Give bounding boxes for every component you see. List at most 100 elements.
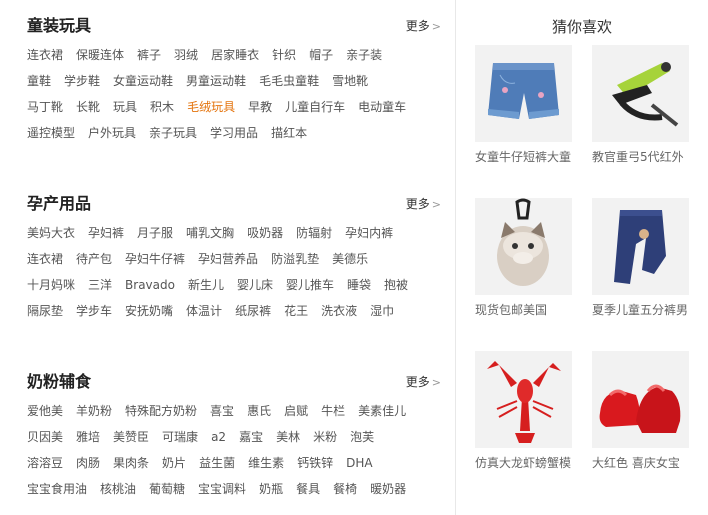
category-tag[interactable]: 溶溶豆 <box>27 455 63 471</box>
more-link[interactable]: 更多 > <box>406 374 441 391</box>
category-tag[interactable]: 隔尿垫 <box>27 303 63 319</box>
category-tag[interactable]: 抱被 <box>384 277 408 293</box>
category-tag[interactable]: 牛栏 <box>321 403 345 419</box>
category-tag[interactable]: 防溢乳垫 <box>271 251 319 267</box>
category-tag[interactable]: 美赞臣 <box>113 429 149 445</box>
category-tag[interactable]: 新生儿 <box>188 277 224 293</box>
category-tag[interactable]: 帽子 <box>309 47 333 63</box>
category-tag[interactable]: 早教 <box>248 99 272 115</box>
product-name[interactable]: 女童牛仔短裤大童 <box>475 149 585 165</box>
product-image[interactable] <box>592 351 689 448</box>
category-tag[interactable]: 玩具 <box>113 99 137 115</box>
product-card[interactable]: 大红色 喜庆女宝 <box>592 351 690 471</box>
category-tag[interactable]: DHA <box>346 455 372 471</box>
product-image[interactable] <box>475 45 572 142</box>
category-tag[interactable]: 暖奶器 <box>370 481 406 497</box>
category-tag[interactable]: 泡芙 <box>350 429 374 445</box>
category-tag[interactable]: 羊奶粉 <box>76 403 112 419</box>
category-tag[interactable]: 月子服 <box>137 225 173 241</box>
category-tag[interactable]: 洗衣液 <box>321 303 357 319</box>
product-card[interactable]: 夏季儿童五分裤男 <box>592 198 690 318</box>
category-tag[interactable]: 宝宝调料 <box>198 481 246 497</box>
category-tag[interactable]: 哺乳文胸 <box>186 225 234 241</box>
product-card[interactable]: 女童牛仔短裤大童 <box>475 45 573 165</box>
category-tag[interactable]: 遥控模型 <box>27 125 75 141</box>
product-card[interactable]: 现货包邮美国 <box>475 198 573 318</box>
category-tag[interactable]: 裤子 <box>137 47 161 63</box>
category-tag[interactable]: 电动童车 <box>358 99 406 115</box>
category-tag[interactable]: 婴儿床 <box>237 277 273 293</box>
category-tag[interactable]: 喜宝 <box>210 403 234 419</box>
category-tag[interactable]: 毛绒玩具 <box>187 99 235 115</box>
category-tag[interactable]: 童鞋 <box>27 73 51 89</box>
category-tag[interactable]: Bravado <box>125 277 175 293</box>
product-name[interactable]: 现货包邮美国 <box>475 302 585 318</box>
category-tag[interactable]: 儿童自行车 <box>285 99 345 115</box>
category-tag[interactable]: 贝因美 <box>27 429 63 445</box>
category-tag[interactable]: 美林 <box>276 429 300 445</box>
category-tag[interactable]: 雅培 <box>76 429 100 445</box>
product-card[interactable]: 教官重弓5代红外 <box>592 45 690 165</box>
category-tag[interactable]: 女童运动鞋 <box>113 73 173 89</box>
category-tag[interactable]: 花王 <box>284 303 308 319</box>
category-tag[interactable]: 奶片 <box>162 455 186 471</box>
category-tag[interactable]: 可瑞康 <box>162 429 198 445</box>
category-tag[interactable]: 葡萄糖 <box>149 481 185 497</box>
category-tag[interactable]: 吸奶器 <box>247 225 283 241</box>
category-tag[interactable]: a2 <box>211 429 226 445</box>
category-tag[interactable]: 针织 <box>272 47 296 63</box>
category-tag[interactable]: 孕妇裤 <box>88 225 124 241</box>
category-tag[interactable]: 孕妇营养品 <box>198 251 258 267</box>
category-tag[interactable]: 惠氏 <box>247 403 271 419</box>
category-tag[interactable]: 连衣裙 <box>27 47 63 63</box>
category-tag[interactable]: 毛毛虫童鞋 <box>259 73 319 89</box>
category-tag[interactable]: 嘉宝 <box>239 429 263 445</box>
category-tag[interactable]: 米粉 <box>313 429 337 445</box>
category-tag[interactable]: 肉肠 <box>76 455 100 471</box>
category-tag[interactable]: 户外玩具 <box>88 125 136 141</box>
category-tag[interactable]: 美素佳儿 <box>358 403 406 419</box>
category-tag[interactable]: 睡袋 <box>347 277 371 293</box>
category-tag[interactable]: 亲子玩具 <box>149 125 197 141</box>
category-tag[interactable]: 孕妇内裤 <box>345 225 393 241</box>
category-tag[interactable]: 雪地靴 <box>332 73 368 89</box>
product-name[interactable]: 仿真大龙虾螃蟹模 <box>475 455 585 471</box>
category-tag[interactable]: 亲子装 <box>346 47 382 63</box>
category-tag[interactable]: 学步车 <box>76 303 112 319</box>
category-tag[interactable]: 十月妈咪 <box>27 277 75 293</box>
category-tag[interactable]: 美妈大衣 <box>27 225 75 241</box>
category-tag[interactable]: 湿巾 <box>370 303 394 319</box>
category-tag[interactable]: 待产包 <box>76 251 112 267</box>
category-tag[interactable]: 纸尿裤 <box>235 303 271 319</box>
category-tag[interactable]: 居家睡衣 <box>211 47 259 63</box>
category-tag[interactable]: 羽绒 <box>174 47 198 63</box>
category-tag[interactable]: 学习用品 <box>210 125 258 141</box>
category-tag[interactable]: 益生菌 <box>199 455 235 471</box>
category-tag[interactable]: 学步鞋 <box>64 73 100 89</box>
product-name[interactable]: 大红色 喜庆女宝 <box>592 455 702 471</box>
category-tag[interactable]: 安抚奶嘴 <box>125 303 173 319</box>
category-tag[interactable]: 长靴 <box>76 99 100 115</box>
category-tag[interactable]: 孕妇牛仔裤 <box>125 251 185 267</box>
product-card[interactable]: 仿真大龙虾螃蟹模 <box>475 351 573 471</box>
more-link[interactable]: 更多 > <box>406 18 441 35</box>
category-tag[interactable]: 餐具 <box>296 481 320 497</box>
category-tag[interactable]: 男童运动鞋 <box>186 73 246 89</box>
category-tag[interactable]: 核桃油 <box>100 481 136 497</box>
category-tag[interactable]: 婴儿推车 <box>286 277 334 293</box>
category-tag[interactable]: 防辐射 <box>296 225 332 241</box>
product-name[interactable]: 教官重弓5代红外 <box>592 149 702 165</box>
category-tag[interactable]: 体温计 <box>186 303 222 319</box>
category-tag[interactable]: 奶瓶 <box>259 481 283 497</box>
category-tag[interactable]: 爱他美 <box>27 403 63 419</box>
more-link[interactable]: 更多 > <box>406 196 441 213</box>
product-image[interactable] <box>475 351 572 448</box>
product-image[interactable] <box>592 198 689 295</box>
category-tag[interactable]: 描红本 <box>271 125 307 141</box>
category-tag[interactable]: 保暖连体 <box>76 47 124 63</box>
product-image[interactable] <box>475 198 572 295</box>
category-tag[interactable]: 特殊配方奶粉 <box>125 403 197 419</box>
category-tag[interactable]: 积木 <box>150 99 174 115</box>
category-tag[interactable]: 宝宝食用油 <box>27 481 87 497</box>
product-name[interactable]: 夏季儿童五分裤男 <box>592 302 702 318</box>
